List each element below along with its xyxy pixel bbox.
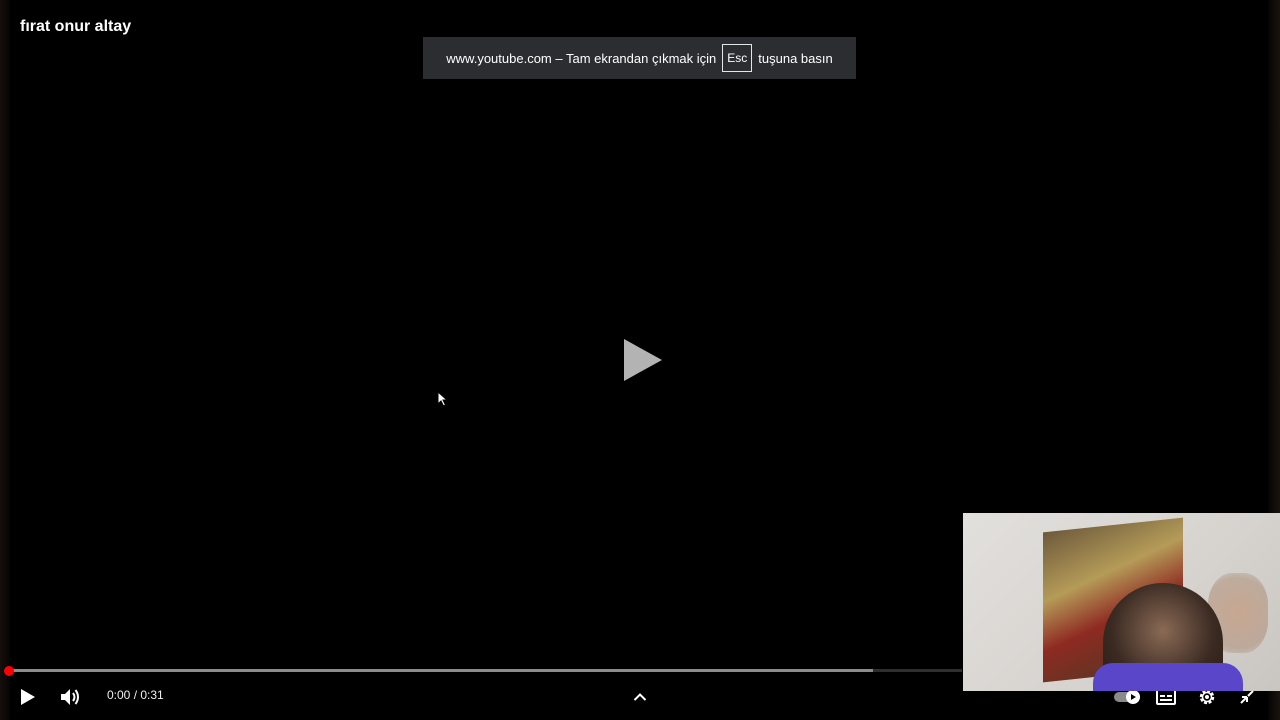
time-display: 0:00 / 0:31 bbox=[107, 688, 164, 702]
subtitles-icon bbox=[1156, 689, 1176, 705]
time-separator: / bbox=[130, 688, 141, 702]
video-title[interactable]: fırat onur altay bbox=[20, 18, 131, 36]
more-videos-button[interactable] bbox=[628, 684, 652, 710]
esc-key-label: Esc bbox=[722, 44, 753, 72]
fullscreen-video-player[interactable]: fırat onur altay www.youtube.com – Tam e… bbox=[0, 0, 1280, 720]
progress-bar[interactable] bbox=[10, 669, 962, 672]
notice-text-after: tuşuna basın bbox=[758, 50, 833, 66]
mute-button[interactable] bbox=[57, 684, 83, 710]
mouse-cursor-icon bbox=[437, 390, 449, 407]
fullscreen-exit-notice: www.youtube.com – Tam ekrandan çıkmak iç… bbox=[423, 37, 856, 79]
duration: 0:31 bbox=[140, 688, 164, 702]
chevron-up-icon bbox=[633, 693, 647, 701]
progress-loaded bbox=[10, 669, 874, 672]
exit-fullscreen-icon bbox=[1240, 690, 1254, 704]
play-button[interactable] bbox=[16, 684, 40, 710]
progress-scrubber[interactable] bbox=[4, 666, 14, 676]
left-edge-shade bbox=[0, 0, 10, 720]
webcam-shirt bbox=[1093, 663, 1243, 691]
big-play-button[interactable] bbox=[618, 336, 666, 384]
autoplay-toggle-icon bbox=[1114, 690, 1140, 704]
notice-text-before: www.youtube.com – Tam ekrandan çıkmak iç… bbox=[446, 50, 717, 66]
current-time: 0:00 bbox=[107, 688, 131, 702]
big-play-icon bbox=[624, 339, 662, 381]
play-icon bbox=[21, 689, 35, 705]
volume-icon bbox=[61, 689, 79, 705]
webcam-overlay bbox=[963, 513, 1280, 691]
